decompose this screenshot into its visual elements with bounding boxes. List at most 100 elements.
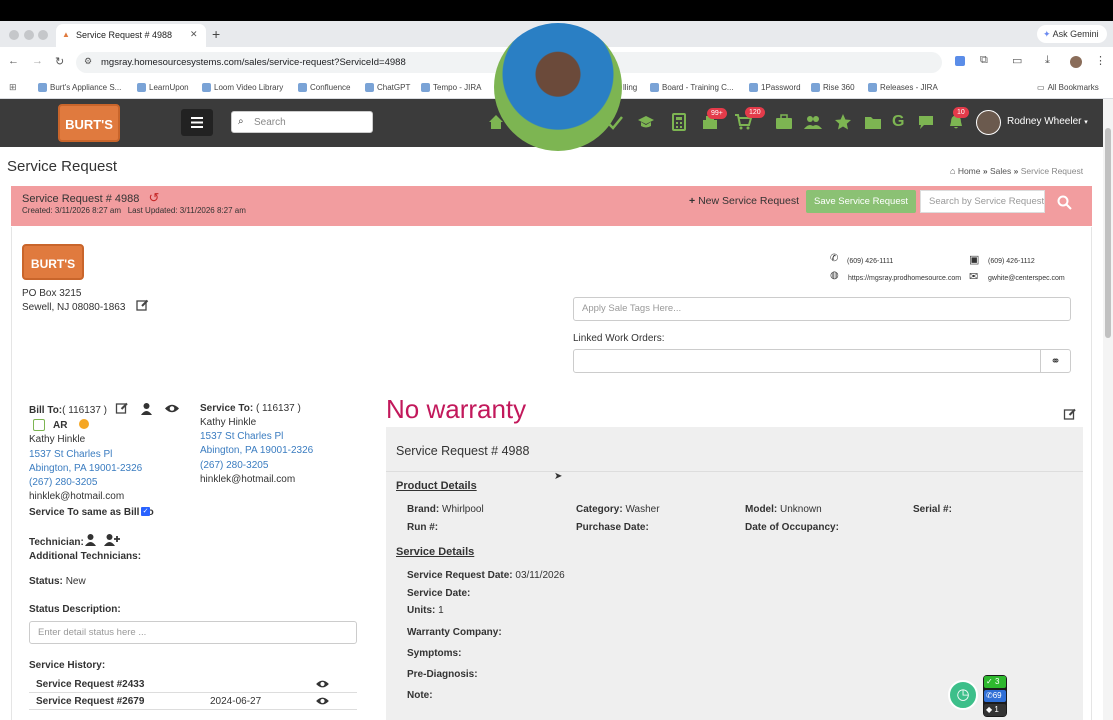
user-menu[interactable]: Rodney Wheeler ▾	[1007, 116, 1088, 127]
browser-tab[interactable]: ▲ Service Request # 4988 ✕	[56, 24, 206, 47]
bill-to-street[interactable]: 1537 St Charles Pl	[29, 449, 112, 460]
history-request[interactable]: Service Request #2433	[36, 679, 144, 690]
bookmark-item[interactable]: Board - Training C...	[650, 83, 734, 92]
link-icon: ⚭	[1050, 354, 1061, 368]
status-counters: ✓ 3 ✆69 ◆ 1	[983, 675, 1007, 717]
sale-tags-input[interactable]: Apply Sale Tags Here...	[573, 297, 1071, 321]
updated-text: Last Updated: 3/11/2026 8:27 am	[127, 206, 246, 215]
chat-counter[interactable]: ◆ 1	[984, 704, 1006, 716]
all-bookmarks[interactable]: ▭ All Bookmarks	[1037, 83, 1099, 92]
briefcase-icon[interactable]	[775, 113, 793, 131]
technician-user-icon[interactable]	[84, 533, 97, 546]
symptoms-label: Symptoms:	[407, 648, 462, 659]
star-nav-icon[interactable]	[834, 113, 852, 131]
bookmark-item[interactable]: lling	[623, 83, 637, 92]
bill-to-phone[interactable]: (267) 280-3205	[29, 477, 97, 488]
new-service-request-link[interactable]: + New Service Request	[689, 195, 799, 207]
save-service-request-button[interactable]: Save Service Request	[806, 190, 916, 213]
linked-work-orders-label: Linked Work Orders:	[573, 333, 665, 344]
history-icon[interactable]: ↺	[148, 190, 159, 205]
reload-icon[interactable]: ↻	[55, 55, 64, 68]
download-icon[interactable]: ⤓	[1045, 54, 1050, 67]
bookmark-item[interactable]: Tempo - JIRA	[421, 83, 481, 92]
bookmark-icon	[421, 83, 430, 92]
status-description-input[interactable]: Enter detail status here ...	[29, 621, 357, 644]
check-counter[interactable]: ✓ 3	[984, 676, 1006, 688]
breadcrumb-home[interactable]: Home	[958, 166, 981, 176]
ar-checkbox[interactable]	[33, 419, 45, 431]
window-zoom-button[interactable]	[38, 30, 48, 40]
speed-timer-icon[interactable]: ◷	[948, 680, 978, 710]
edit-detail-icon[interactable]	[1063, 408, 1077, 421]
nav-search-input[interactable]: ⌕ Search	[231, 111, 373, 133]
hamburger-menu-button[interactable]	[181, 109, 213, 136]
bookmark-item[interactable]: 1Password	[749, 83, 801, 92]
link-button[interactable]: ⚭	[1040, 349, 1071, 373]
breadcrumb-sales[interactable]: Sales	[990, 166, 1011, 176]
new-tab-icon[interactable]: +	[212, 26, 220, 42]
calculator-icon[interactable]	[670, 113, 688, 131]
bill-to-city[interactable]: Abington, PA 19001-2326	[29, 463, 142, 474]
fax-icon: ▣	[969, 254, 980, 266]
window-minimize-button[interactable]	[24, 30, 34, 40]
purchase-date-label: Purchase Date:	[576, 522, 649, 533]
service-to-city[interactable]: Abington, PA 19001-2326	[200, 445, 313, 456]
bookmark-item[interactable]: Releases - JIRA	[868, 83, 938, 92]
eye-icon[interactable]	[164, 403, 180, 414]
ask-gemini-button[interactable]: ✦ Ask Gemini	[1037, 25, 1107, 43]
site-info-icon[interactable]: ⚙	[84, 56, 92, 67]
company-website[interactable]: https://mgsray.prodhomesource.com	[848, 275, 961, 282]
extension-icon[interactable]	[955, 56, 965, 66]
linked-work-orders-input[interactable]	[573, 349, 1041, 373]
puzzle-icon[interactable]: ⧉	[980, 54, 988, 67]
new-request-label: New Service Request	[698, 195, 800, 207]
kebab-menu-icon[interactable]: ⋮	[1095, 54, 1106, 67]
scrollbar-thumb[interactable]	[1105, 128, 1111, 338]
breadcrumb-separator: »	[1013, 166, 1019, 176]
forward-icon[interactable]: →	[32, 55, 43, 67]
caret-down-icon: ▾	[1084, 119, 1088, 126]
company-email[interactable]: gwhite@centerspec.com	[988, 275, 1065, 282]
phone-count: 69	[992, 691, 1002, 700]
search-service-request-input[interactable]: Search by Service Request	[920, 190, 1045, 213]
bookmark-item[interactable]: Burt's Appliance S...	[38, 83, 121, 92]
company-address-line1: PO Box 3215	[22, 288, 82, 299]
service-history-table: Service Request #2433 Service Request #2…	[29, 676, 357, 710]
back-icon[interactable]: ←	[8, 55, 19, 67]
google-icon[interactable]: G	[892, 113, 910, 131]
user-avatar[interactable]	[976, 110, 1001, 135]
phone-counter[interactable]: ✆69	[984, 690, 1006, 702]
service-to-id: ( 116137 )	[255, 403, 301, 414]
register-badge: 99+	[707, 108, 727, 119]
bookmark-item[interactable]: Loom Video Library	[202, 83, 283, 92]
window-close-button[interactable]	[9, 30, 19, 40]
edit-address-icon[interactable]	[136, 299, 149, 312]
view-history-eye-icon[interactable]	[315, 679, 330, 689]
tab-close-icon[interactable]: ✕	[190, 29, 198, 40]
search-request-icon[interactable]	[1057, 195, 1072, 210]
graduation-icon[interactable]	[637, 113, 655, 131]
edit-bill-to-icon[interactable]	[115, 402, 129, 415]
folder-nav-icon[interactable]	[864, 113, 882, 131]
service-to-phone[interactable]: (267) 280-3205	[200, 460, 268, 471]
service-to-street[interactable]: 1537 St Charles Pl	[200, 431, 283, 442]
bookmark-item[interactable]: Rise 360	[811, 83, 855, 92]
bookmark-item[interactable]: LearnUpon	[137, 83, 189, 92]
bookmark-item[interactable]: Confluence	[298, 83, 350, 92]
created-text: Created: 3/11/2026 8:27 am	[22, 206, 122, 215]
brand-logo[interactable]: BURT'S	[58, 104, 120, 142]
apps-icon[interactable]: ⊞	[9, 82, 17, 93]
profile-icon[interactable]	[1070, 56, 1082, 68]
add-technician-icon[interactable]	[103, 533, 120, 546]
user-icon[interactable]	[140, 402, 153, 415]
chat-nav-icon[interactable]	[917, 113, 935, 131]
bookmark-icon	[749, 83, 758, 92]
bookmark-item[interactable]: ChatGPT	[365, 83, 410, 92]
units-value: 1	[438, 605, 444, 616]
users-icon[interactable]	[804, 113, 822, 131]
status-value: New	[65, 576, 86, 587]
view-history-eye-icon[interactable]	[315, 696, 330, 706]
history-request[interactable]: Service Request #2679	[36, 696, 144, 707]
sidepanel-icon[interactable]: ▭	[1012, 54, 1022, 67]
same-as-bill-to-checkbox[interactable]: ✓	[141, 507, 150, 516]
